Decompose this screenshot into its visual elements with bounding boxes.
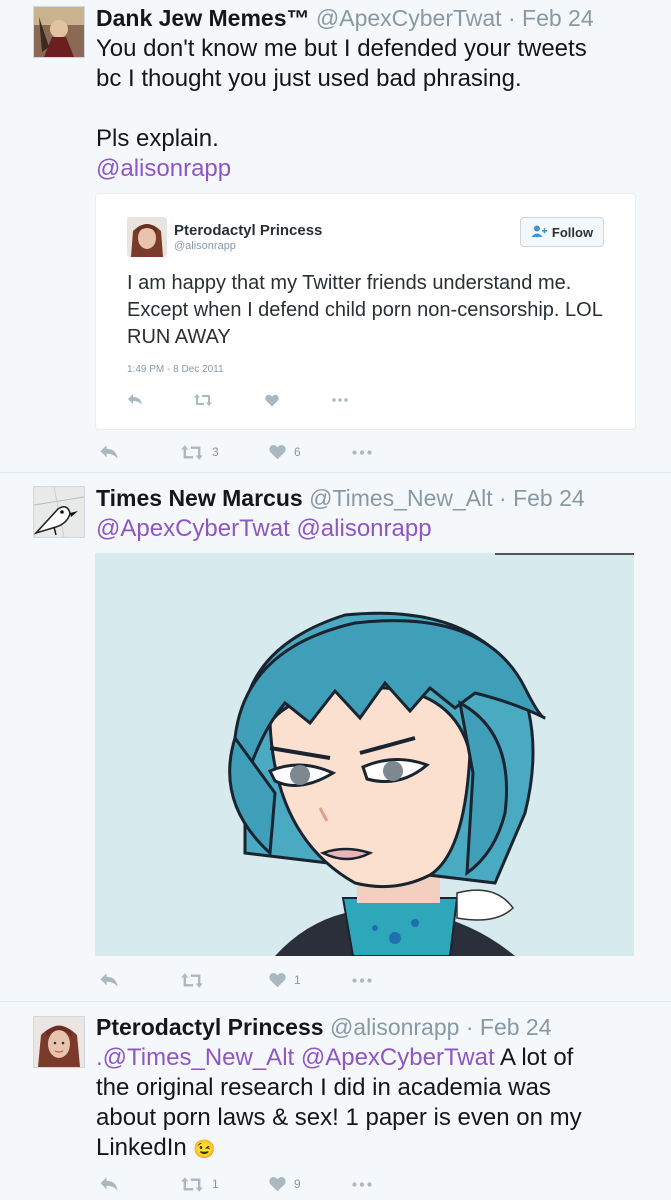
mention-link[interactable]: @alisonrapp <box>96 154 656 184</box>
quoted-tweet-text: I am happy that my Twitter friends under… <box>127 272 603 348</box>
retweet-icon <box>180 1176 204 1193</box>
reply-button[interactable] <box>99 1172 119 1196</box>
more-icon <box>352 449 372 455</box>
like-button[interactable]: 6 <box>269 440 301 464</box>
retweet-icon <box>193 393 213 407</box>
tweet-text: .@Times_New_Alt @ApexCyberTwat A lot of … <box>96 1043 656 1164</box>
tweet-date[interactable]: Feb 24 <box>513 485 585 511</box>
tweet-header: Times New Marcus @Times_New_Alt · Feb 24 <box>96 484 585 512</box>
reply-button[interactable] <box>99 968 119 992</box>
tweet-date[interactable]: Feb 24 <box>480 1014 552 1040</box>
like-button[interactable]: 9 <box>269 1172 301 1196</box>
retweet-count: 1 <box>212 1177 219 1191</box>
quoted-display-name[interactable]: Pterodactyl Princess <box>174 222 322 239</box>
tweet-action-bar: 3 6 <box>96 440 396 464</box>
tweet-text-line: You don't know me but I defended your tw… <box>96 35 587 62</box>
retweet-button[interactable] <box>193 388 213 412</box>
tweet-header: Pterodactyl Princess @alisonrapp · Feb 2… <box>96 1013 552 1041</box>
more-button[interactable] <box>332 388 348 412</box>
heart-icon <box>269 972 286 988</box>
avatar[interactable] <box>33 6 85 58</box>
retweet-button[interactable] <box>180 968 212 992</box>
tweet-text-line: about porn laws & sex! 1 paper is even o… <box>96 1104 582 1131</box>
tweet-text: @ApexCyberTwat @alisonrapp <box>96 514 656 544</box>
more-icon <box>352 977 372 983</box>
reply-button[interactable] <box>99 440 119 464</box>
more-button[interactable] <box>352 968 372 992</box>
reply-icon <box>99 972 119 989</box>
tweet-action-bar: 1 9 <box>96 1172 396 1196</box>
quoted-tweet-card[interactable]: Pterodactyl Princess @alisonrapp Follow … <box>95 193 636 430</box>
more-button[interactable] <box>352 440 372 464</box>
tweet-date[interactable]: Feb 24 <box>522 5 594 31</box>
display-name[interactable]: Dank Jew Memes™ <box>96 5 309 31</box>
like-count: 1 <box>294 973 301 987</box>
tweet-text-line: bc I thought you just used bad phrasing. <box>96 65 522 92</box>
tweet-text-line: the original research I did in academia … <box>96 1074 551 1101</box>
user-handle[interactable]: @Times_New_Alt <box>309 485 493 511</box>
display-name[interactable]: Times New Marcus <box>96 485 303 511</box>
reply-icon <box>127 393 143 407</box>
mention-links[interactable]: .@Times_New_Alt @ApexCyberTwat <box>96 1044 495 1071</box>
heart-icon <box>269 444 286 460</box>
display-name[interactable]: Pterodactyl Princess <box>96 1014 324 1040</box>
user-handle[interactable]: @alisonrapp <box>330 1014 459 1040</box>
attached-image[interactable] <box>95 553 634 956</box>
separator-dot: · <box>465 1014 474 1040</box>
reply-icon <box>99 1176 119 1193</box>
reply-button[interactable] <box>127 388 143 412</box>
user-handle[interactable]: @ApexCyberTwat <box>316 5 502 31</box>
separator-dot: · <box>507 5 516 31</box>
more-button[interactable] <box>352 1172 372 1196</box>
wink-emoji: 😉 <box>193 1139 216 1159</box>
like-count: 9 <box>294 1177 301 1191</box>
quoted-timestamp[interactable]: 1:49 PM - 8 Dec 2011 <box>127 364 224 375</box>
tweet-text-line: .@Times_New_Alt @ApexCyberTwat A lot of <box>96 1043 656 1073</box>
like-count: 6 <box>294 445 301 459</box>
retweet-icon <box>180 444 204 461</box>
quoted-action-bar <box>127 388 387 408</box>
follow-button[interactable]: Follow <box>520 217 604 247</box>
follow-label: Follow <box>551 224 594 240</box>
tweet-text-line: Pls explain. <box>96 125 219 152</box>
heart-icon <box>269 1176 286 1192</box>
like-button[interactable]: 1 <box>269 968 301 992</box>
tweet-text-fragment: LinkedIn <box>96 1134 187 1161</box>
reply-icon <box>99 444 119 461</box>
more-icon <box>352 1181 372 1187</box>
tweet-header: Dank Jew Memes™ @ApexCyberTwat · Feb 24 <box>96 4 594 32</box>
more-icon <box>332 398 348 402</box>
tweet-divider <box>0 1001 671 1002</box>
mention-links[interactable]: @ApexCyberTwat @alisonrapp <box>96 515 432 542</box>
tweet-text: You don't know me but I defended your tw… <box>96 34 656 184</box>
separator-dot: · <box>499 485 507 511</box>
quoted-user-handle[interactable]: @alisonrapp <box>174 240 236 252</box>
avatar[interactable] <box>33 1016 85 1068</box>
retweet-count: 3 <box>212 445 219 459</box>
retweet-icon <box>180 972 204 989</box>
avatar[interactable] <box>33 486 85 538</box>
like-button[interactable] <box>265 388 279 412</box>
follow-person-icon <box>531 225 547 240</box>
heart-icon <box>265 394 279 407</box>
retweet-button[interactable]: 1 <box>180 1172 219 1196</box>
retweet-button[interactable]: 3 <box>180 440 219 464</box>
tweet-text-line: LinkedIn 😉 <box>96 1133 656 1164</box>
tweet-divider <box>0 472 671 473</box>
avatar[interactable] <box>127 217 167 257</box>
tweet-action-bar: 1 <box>96 968 396 992</box>
tweet-text-fragment: A lot of <box>494 1044 574 1071</box>
